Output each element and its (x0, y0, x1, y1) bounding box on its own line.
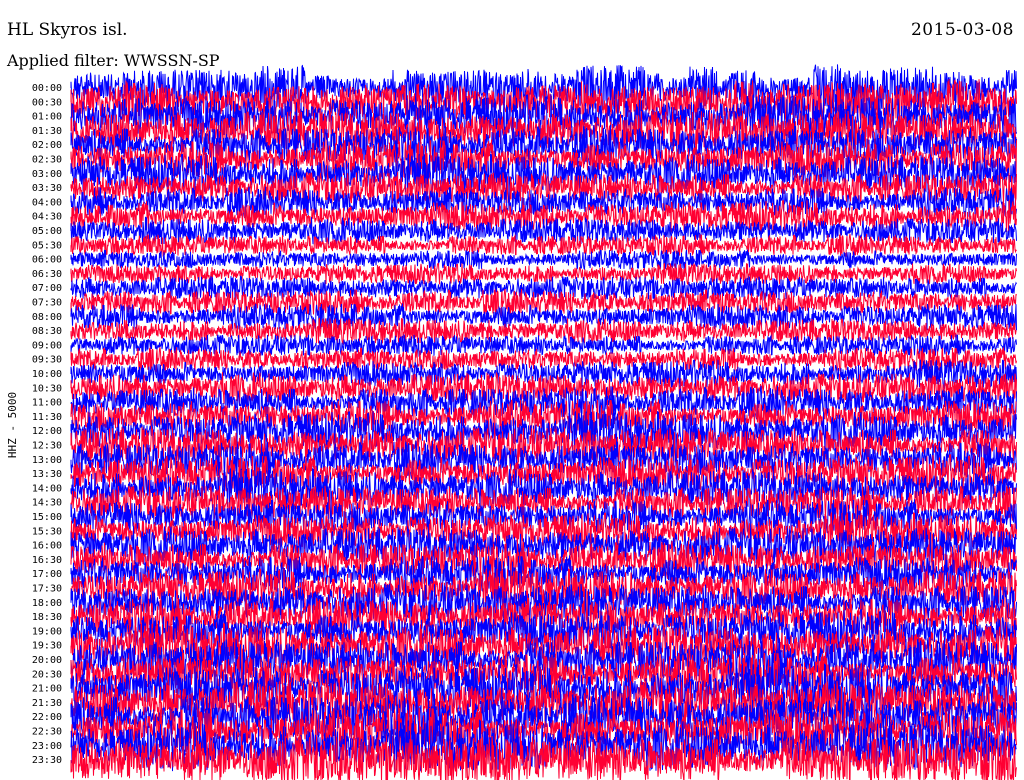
y-axis-label: HHZ - 5000 (6, 392, 19, 458)
row-time-label: 16:30 (32, 555, 62, 566)
row-time-label: 04:30 (32, 212, 62, 223)
trace-line (70, 333, 1017, 358)
row-time-label: 03:30 (32, 183, 62, 194)
time-label-group: 00:00 00:30 01:00 01:30 02:00 02:30 03:00 03:30… (32, 83, 62, 766)
row-time-label: 15:30 (32, 526, 62, 537)
row-time-label: 01:30 (32, 126, 62, 137)
row-time-label: 15:00 (32, 512, 62, 523)
record-date: 2015-03-08 (910, 20, 1014, 40)
row-time-label: 22:00 (32, 712, 62, 723)
station-title: HL Skyros isl. (7, 20, 128, 40)
row-time-label: 10:00 (32, 369, 62, 380)
seismogram-plot: 00:00 00:30 01:00 01:30 02:00 02:30 03:00 03:30… (6, 64, 1017, 780)
row-time-label: 07:00 (32, 283, 62, 294)
row-time-label: 06:00 (32, 255, 62, 266)
row-time-label: 13:00 (32, 455, 62, 466)
trace-group (70, 64, 1017, 780)
row-time-label: 21:00 (32, 684, 62, 695)
row-time-label: 18:30 (32, 612, 62, 623)
row-time-label: 02:30 (32, 155, 62, 166)
row-time-label: 17:00 (32, 569, 62, 580)
row-time-label: 21:30 (32, 698, 62, 709)
row-time-label: 03:00 (32, 169, 62, 180)
row-time-label: 18:00 (32, 598, 62, 609)
row-time-label: 04:00 (32, 197, 62, 208)
row-time-label: 22:30 (32, 727, 62, 738)
row-time-label: 06:30 (32, 269, 62, 280)
row-time-label: 00:30 (32, 97, 62, 108)
row-time-label: 12:30 (32, 441, 62, 452)
row-time-label: 09:00 (32, 340, 62, 351)
row-time-label: 11:00 (32, 398, 62, 409)
row-time-label: 16:00 (32, 541, 62, 552)
row-time-label: 14:30 (32, 498, 62, 509)
row-time-label: 09:30 (32, 355, 62, 366)
applied-filter-label: Applied filter: WWSSN-SP (7, 51, 220, 70)
row-time-label: 13:30 (32, 469, 62, 480)
row-time-label: 19:00 (32, 626, 62, 637)
row-time-label: 02:00 (32, 140, 62, 151)
row-time-label: 19:30 (32, 641, 62, 652)
row-time-label: 05:00 (32, 226, 62, 237)
row-time-label: 00:00 (32, 83, 62, 94)
row-time-label: 08:30 (32, 326, 62, 337)
row-time-label: 20:30 (32, 669, 62, 680)
row-time-label: 11:30 (32, 412, 62, 423)
row-time-label: 10:30 (32, 383, 62, 394)
row-time-label: 17:30 (32, 584, 62, 595)
row-time-label: 05:30 (32, 240, 62, 251)
row-time-label: 20:00 (32, 655, 62, 666)
row-time-label: 07:30 (32, 298, 62, 309)
row-time-label: 23:00 (32, 741, 62, 752)
row-time-label: 08:00 (32, 312, 62, 323)
row-time-label: 12:00 (32, 426, 62, 437)
row-time-label: 01:00 (32, 112, 62, 123)
row-time-label: 23:30 (32, 755, 62, 766)
row-time-label: 14:00 (32, 483, 62, 494)
